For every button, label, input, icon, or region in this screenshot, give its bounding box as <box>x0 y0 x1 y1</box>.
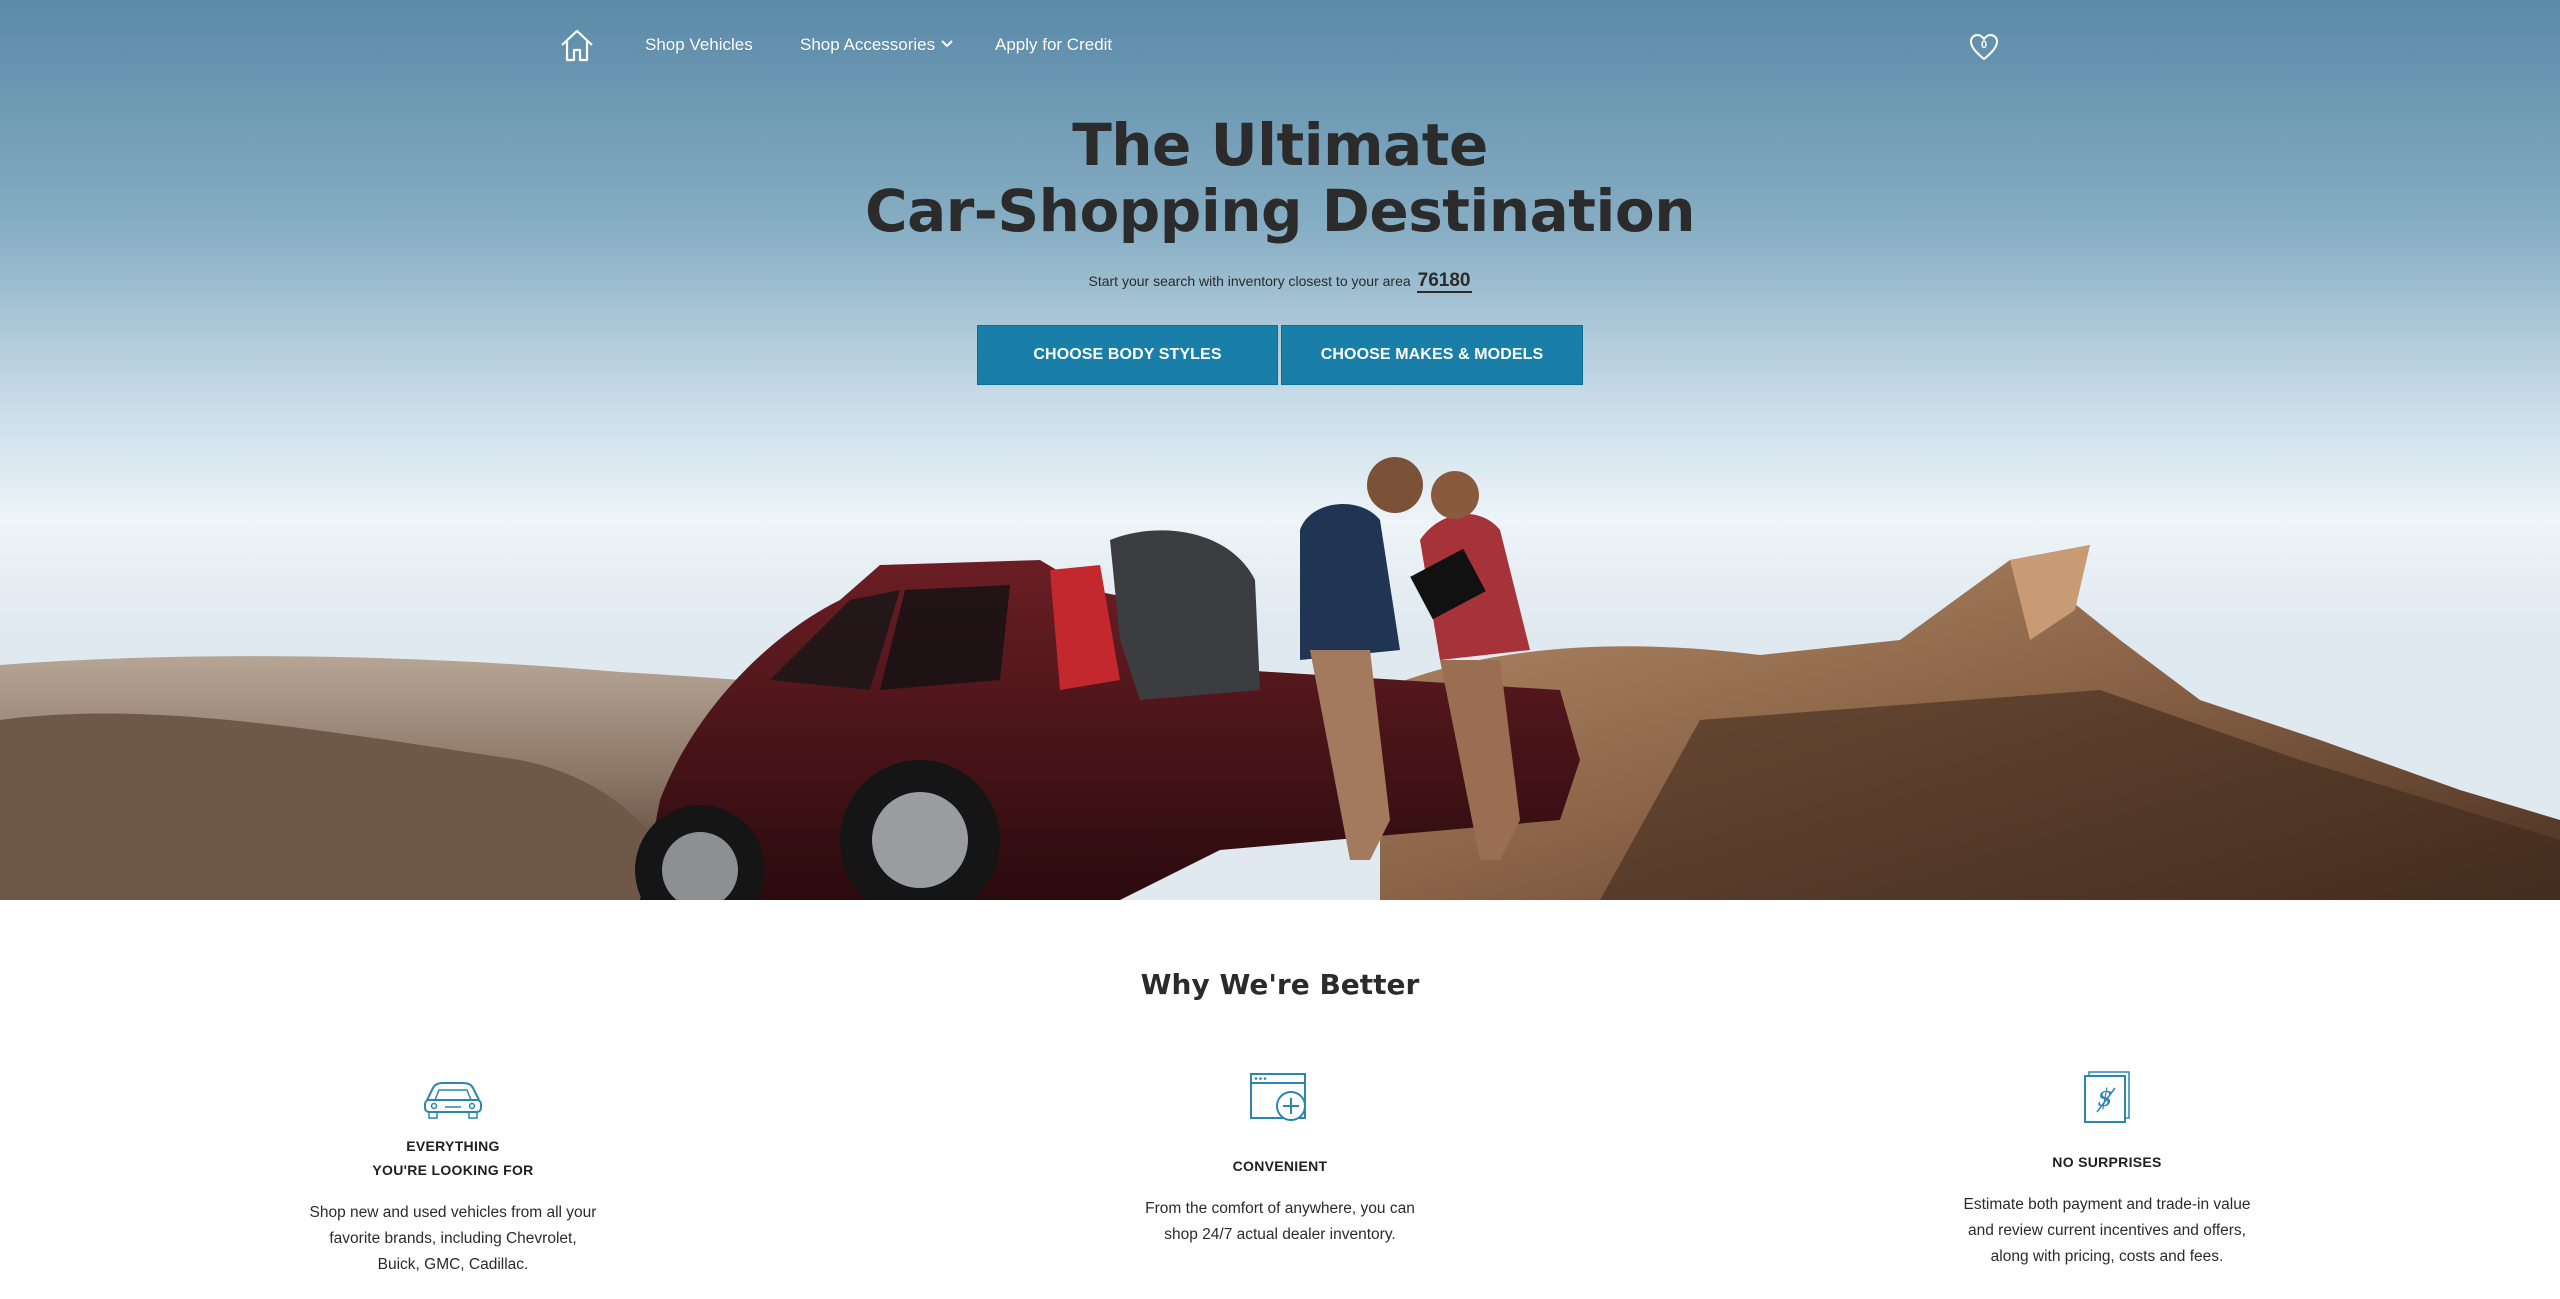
feature-convenient-desc-line1: From the comfort of anywhere, you can <box>1145 1200 1415 1217</box>
hero-banner: Shop Vehicles Shop Accessories Apply for… <box>0 0 2560 900</box>
hero-headline: The Ultimate Car-Shopping Destination <box>0 112 2560 244</box>
favorites-count: 0 <box>1980 39 1988 51</box>
feature-convenient-desc-line2: shop 24/7 actual dealer inventory. <box>1164 1226 1396 1243</box>
hero-subline: Start your search with inventory closest… <box>0 270 2560 293</box>
feature-everything-desc-line2: favorite brands, including Chevrolet, <box>329 1230 577 1247</box>
choose-body-styles-button[interactable]: CHOOSE BODY STYLES <box>977 325 1278 385</box>
browser-add-icon <box>1250 1073 1306 1121</box>
feature-everything-desc: Shop new and used vehicles from all your… <box>273 1200 633 1278</box>
nav-shop-accessories-label: Shop Accessories <box>800 35 936 54</box>
dollar-document-icon: $ <box>2084 1071 2130 1123</box>
favorites-button[interactable]: 0 <box>1968 32 2000 62</box>
choose-makes-models-button[interactable]: CHOOSE MAKES & MODELS <box>1281 325 1583 385</box>
feature-everything: EVERYTHING YOU'RE LOOKING FOR Shop new a… <box>273 1070 633 1278</box>
feature-no-surprises: $ NO SURPRISES Estimate both payment and… <box>1927 1070 2287 1270</box>
nav-shop-accessories[interactable]: Shop Accessories <box>800 35 953 55</box>
hero-headline-line1: The Ultimate <box>1072 111 1488 179</box>
hero-headline-line2: Car-Shopping Destination <box>865 177 1696 245</box>
car-icon <box>424 1082 482 1119</box>
feature-everything-title: EVERYTHING YOU'RE LOOKING FOR <box>273 1134 633 1182</box>
feature-everything-title-line2: YOU'RE LOOKING FOR <box>372 1162 534 1178</box>
feature-convenient-title: CONVENIENT <box>1232 1158 1328 1174</box>
nav-shop-vehicles[interactable]: Shop Vehicles <box>645 35 753 55</box>
feature-no-surprises-desc-line2: and review current incentives and offers… <box>1967 1222 2246 1239</box>
feature-convenient-desc: From the comfort of anywhere, you can sh… <box>1100 1196 1460 1248</box>
feature-no-surprises-title: NO SURPRISES <box>2052 1154 2162 1170</box>
top-navigation: Shop Vehicles Shop Accessories Apply for… <box>0 0 2560 92</box>
feature-convenient: CONVENIENT From the comfort of anywhere,… <box>1100 1070 1460 1248</box>
why-title: Why We're Better <box>1140 968 1420 1001</box>
nav-apply-for-credit[interactable]: Apply for Credit <box>995 35 1112 55</box>
feature-no-surprises-desc: Estimate both payment and trade-in value… <box>1927 1192 2287 1270</box>
feature-everything-title-line1: EVERYTHING <box>406 1138 500 1154</box>
feature-no-surprises-desc-line1: Estimate both payment and trade-in value <box>1963 1196 2251 1213</box>
home-icon[interactable] <box>558 26 596 64</box>
chevron-down-icon <box>941 40 953 48</box>
hero-subline-text: Start your search with inventory closest… <box>1088 273 1411 289</box>
zip-code-link[interactable]: 76180 <box>1416 270 1472 293</box>
feature-everything-desc-line1: Shop new and used vehicles from all your <box>309 1204 597 1221</box>
feature-no-surprises-desc-line3: along with pricing, costs and fees. <box>1990 1248 2224 1265</box>
feature-everything-desc-line3: Buick, GMC, Cadillac. <box>377 1256 529 1273</box>
